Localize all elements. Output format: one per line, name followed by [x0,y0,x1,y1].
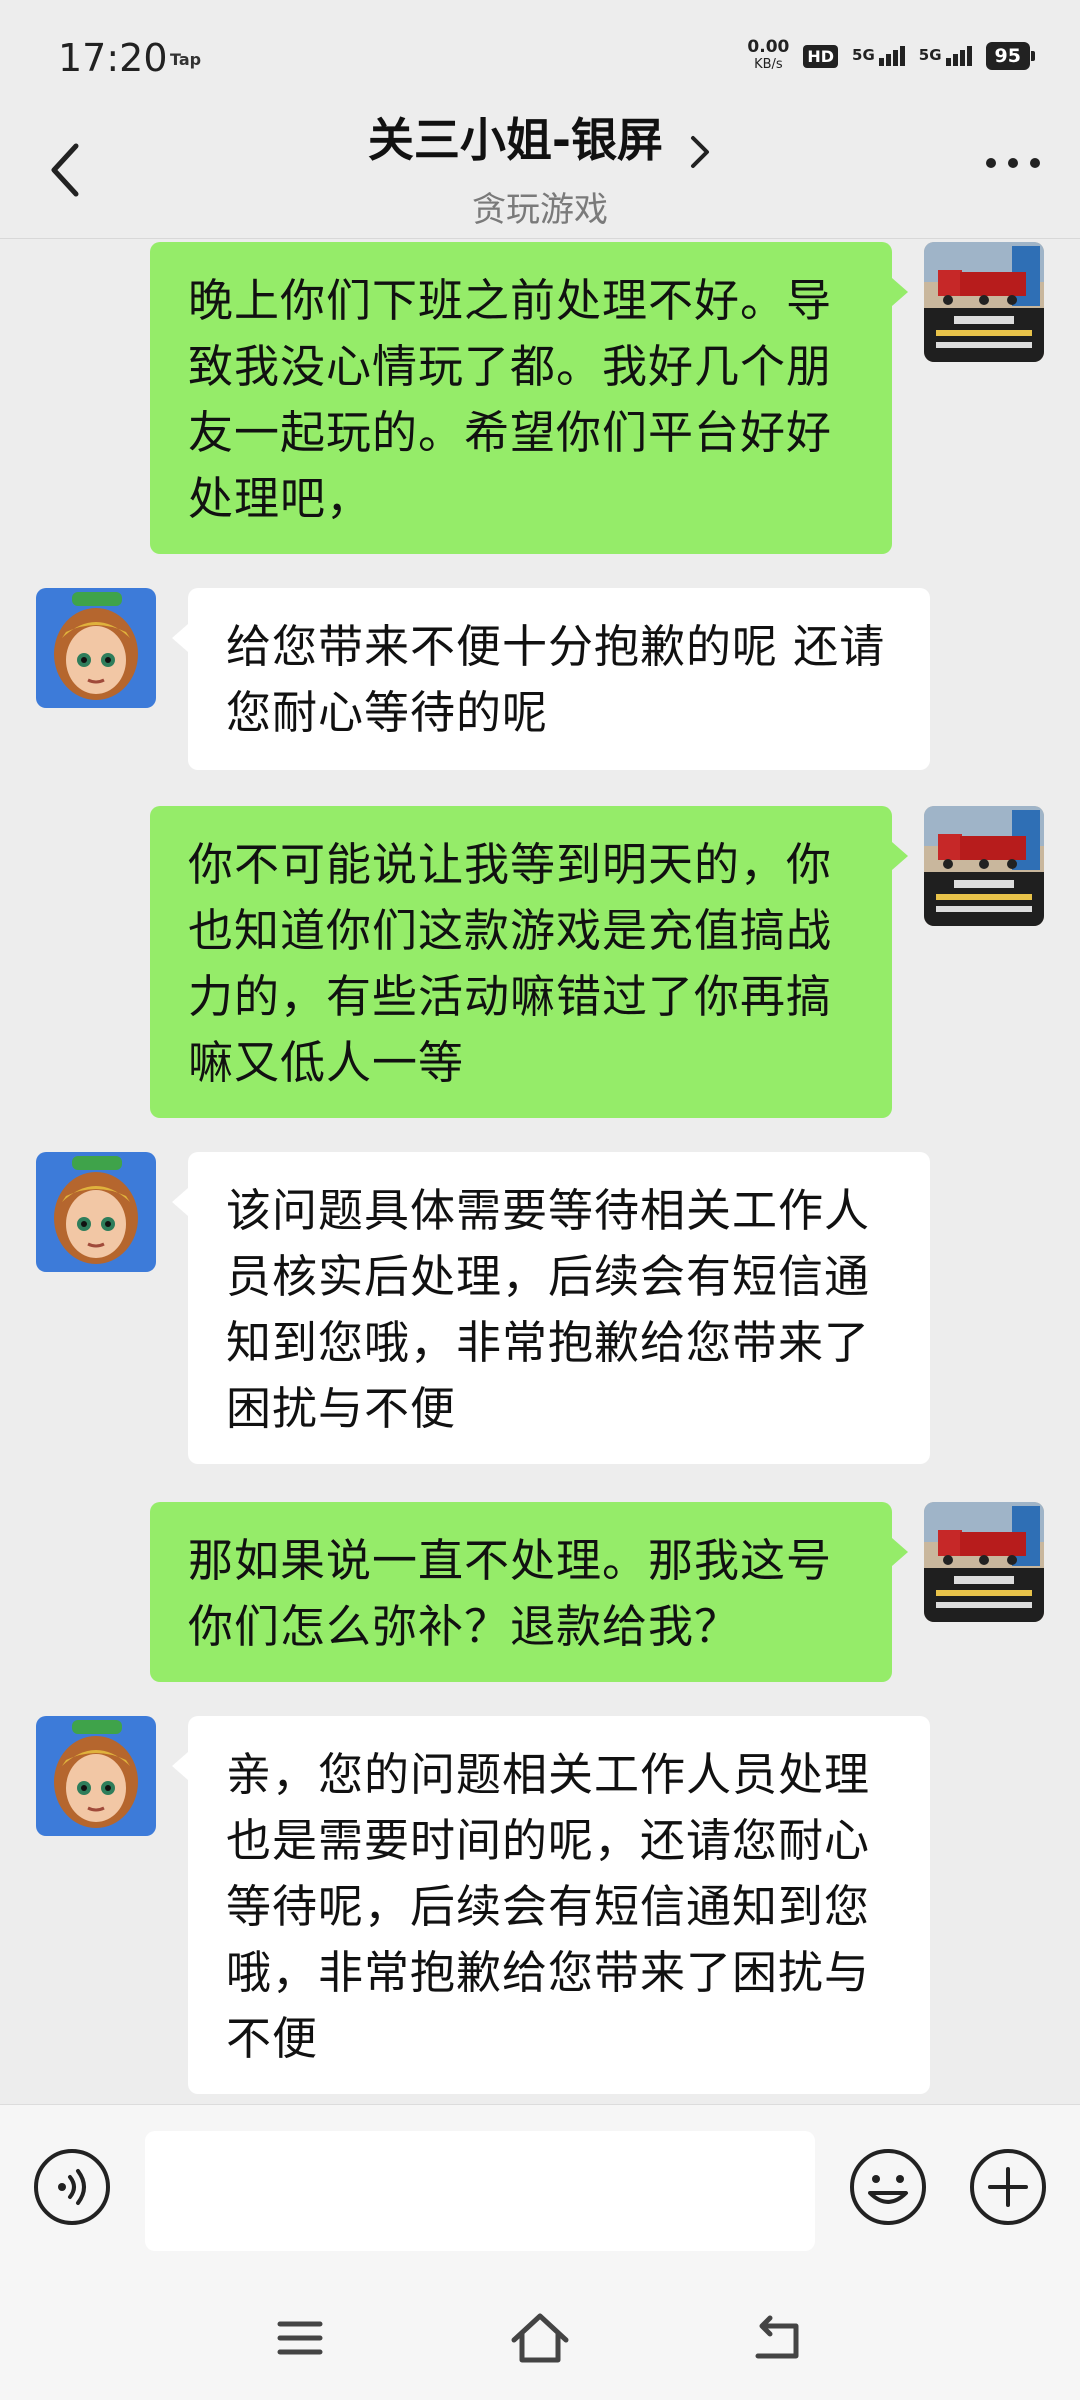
chat-input-bar [0,2104,1080,2283]
chat-title-row[interactable]: 关三小姐-银屏 [0,104,1080,172]
signal-sim2-icon: 5G [919,46,972,66]
agent-message-bubble[interactable]: 亲，您的问题相关工作人员处理也是需要时间的呢，还请您耐心等待呢，后续会有短信通知… [172,1716,930,2094]
plus-button[interactable] [968,2147,1048,2227]
battery-icon: 95 [985,42,1036,70]
recent-apps-icon[interactable] [276,2316,324,2360]
chevron-right-icon [691,135,710,168]
agent-message-bubble[interactable]: 该问题具体需要等待相关工作人员核实后处理，后续会有短信通知到您哦，非常抱歉给您带… [172,1152,930,1464]
cartoon-avatar-image [36,588,156,708]
system-back-icon[interactable] [752,2312,806,2364]
cartoon-avatar-image [36,1152,156,1272]
status-icons: 0.00 KB/s HD 5G 5G 95 [747,38,1036,74]
chat-title: 关三小姐-银屏 [367,113,663,167]
my-message-bubble[interactable]: 你不可能说让我等到明天的，你也知道你们这款游戏是充值搞战力的，有些活动嘛错过了你… [150,806,908,1118]
network-speed-value: 0.00 [747,37,790,57]
my-message-bubble[interactable]: 晚上你们下班之前处理不好。导致我没心情玩了都。我好几个朋友一起玩的。希望你们平台… [150,242,908,554]
chat-header: 关三小姐-银屏 贪玩游戏 [0,100,1080,240]
sim2-label: 5G [918,46,942,64]
network-speed-unit: KB/s [754,57,783,72]
agent-avatar[interactable] [36,588,156,708]
truck-avatar-image [924,806,1044,926]
signal-sim1-icon: 5G [852,46,905,66]
truck-avatar-image [924,242,1044,362]
hd-icon: HD [803,44,839,68]
my-avatar[interactable] [924,806,1044,926]
my-message-bubble[interactable]: 那如果说一直不处理。那我这号你们怎么弥补？退款给我？ [150,1502,908,1682]
message-input[interactable] [145,2131,815,2251]
emoji-button[interactable] [848,2147,928,2227]
my-avatar[interactable] [924,1502,1044,1622]
home-icon[interactable] [508,2310,572,2366]
network-speed: 0.00 KB/s [747,38,789,74]
voice-input-button[interactable] [32,2147,112,2227]
my-avatar[interactable] [924,242,1044,362]
cartoon-avatar-image [36,1716,156,1836]
agent-avatar[interactable] [36,1152,156,1272]
agent-avatar[interactable] [36,1716,156,1836]
more-options-button[interactable] [986,158,1040,168]
agent-message-bubble[interactable]: 给您带来不便十分抱歉的呢 还请您耐心等待的呢 [172,588,930,770]
status-bar: 17:20 Tap 0.00 KB/s HD 5G 5G 95 [0,0,1080,112]
header-divider [0,238,1080,239]
chat-subtitle: 贪玩游戏 [472,190,608,230]
truck-avatar-image [924,1502,1044,1622]
tap-indicator: Tap [170,50,202,69]
system-nav-bar [0,2282,1080,2400]
sim1-label: 5G [852,46,875,64]
status-time: 17:20 [58,36,168,80]
